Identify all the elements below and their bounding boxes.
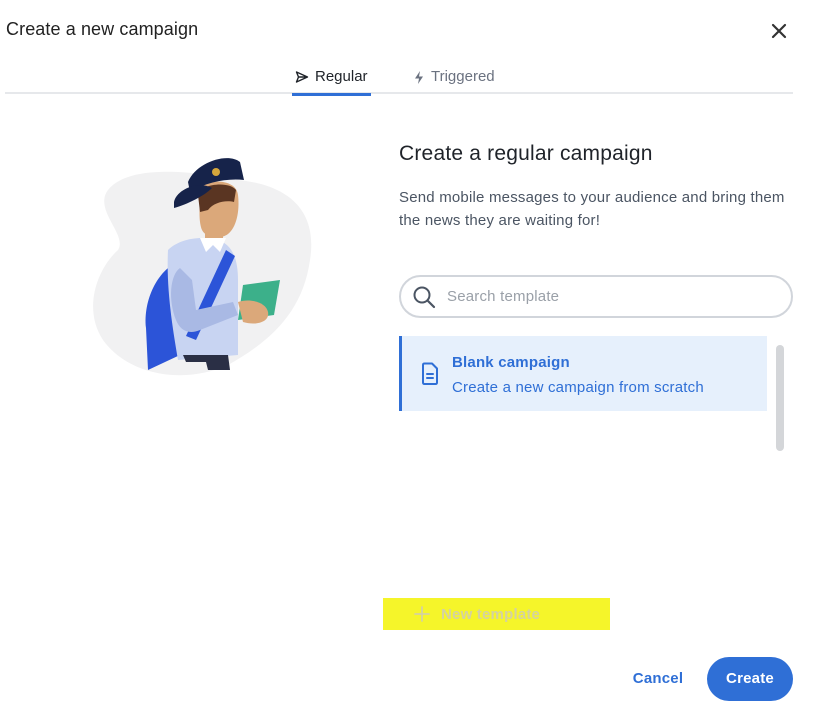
- tab-regular[interactable]: Regular: [292, 68, 371, 96]
- tab-bar: Regular Triggered: [5, 64, 793, 96]
- template-list-scrollbar[interactable]: [776, 345, 784, 451]
- tab-triggered[interactable]: Triggered: [413, 68, 495, 94]
- new-template-button[interactable]: New template: [383, 598, 610, 630]
- cancel-button[interactable]: Cancel: [620, 666, 696, 692]
- template-list: Blank campaign Create a new campaign fro…: [399, 336, 767, 448]
- lightning-icon: [415, 71, 423, 84]
- template-card-blank[interactable]: Blank campaign Create a new campaign fro…: [399, 336, 767, 411]
- panel-description: Send mobile messages to your audience an…: [399, 189, 785, 229]
- plus-icon: [414, 606, 430, 622]
- mail-carrier-illustration: [88, 150, 320, 380]
- panel-title: Create a regular campaign: [399, 142, 653, 165]
- document-icon: [422, 362, 438, 385]
- tab-regular-label: Regular: [315, 68, 368, 85]
- search-input[interactable]: [447, 288, 767, 305]
- search-box[interactable]: [399, 275, 793, 318]
- dialog-title: Create a new campaign: [6, 19, 199, 39]
- close-icon: [771, 23, 787, 39]
- send-icon: [295, 71, 309, 83]
- tab-triggered-label: Triggered: [431, 68, 495, 85]
- new-template-label: New template: [441, 605, 541, 623]
- template-description: Create a new campaign from scratch: [452, 379, 704, 396]
- template-name: Blank campaign: [452, 354, 570, 371]
- search-icon: [413, 286, 436, 308]
- close-button[interactable]: [766, 18, 792, 44]
- create-button[interactable]: Create: [707, 657, 793, 701]
